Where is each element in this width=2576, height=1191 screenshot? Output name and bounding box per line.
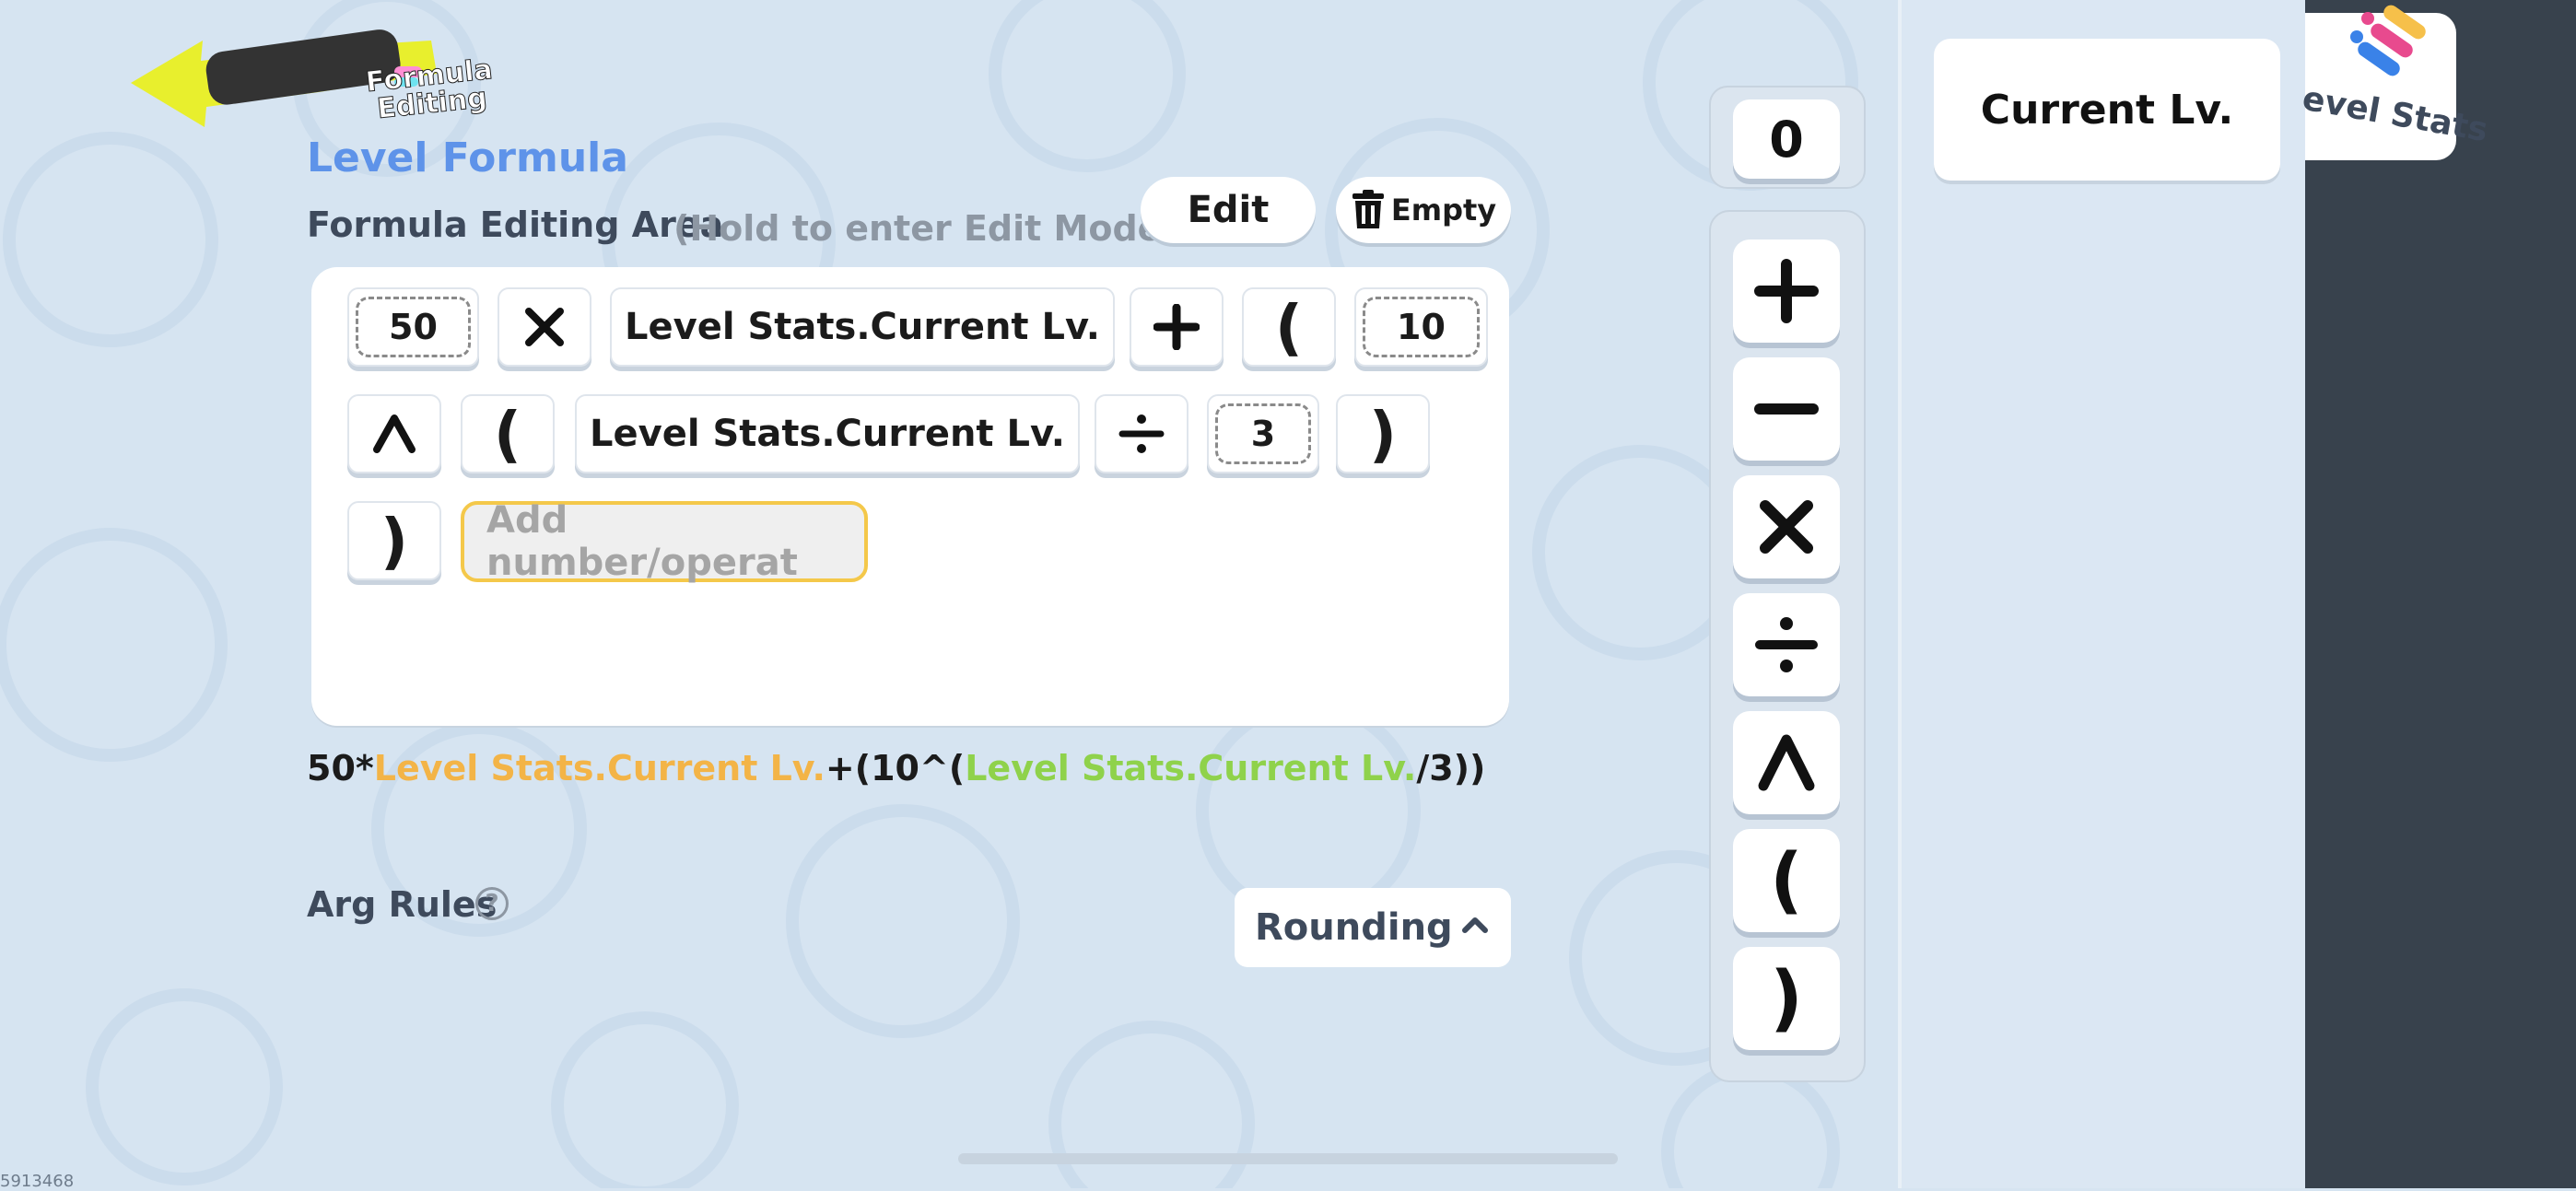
horizontal-scrollbar[interactable] <box>958 1153 1618 1164</box>
preview-part: +(10^( <box>825 748 966 788</box>
variable-current-lv-label: Current Lv. <box>1980 86 2234 134</box>
arg-rules-label: Arg Rules <box>307 884 498 925</box>
key-power[interactable] <box>1733 711 1840 814</box>
back-button[interactable]: Formula Editing <box>127 28 495 129</box>
token-paren-label: ) <box>380 505 409 577</box>
multiply-icon <box>1760 500 1813 554</box>
key-open-paren[interactable]: ( <box>1733 829 1840 932</box>
token-number-value: 3 <box>1215 403 1311 464</box>
key-zero-label: 0 <box>1769 110 1804 169</box>
help-icon-glyph: ? <box>485 890 499 917</box>
help-icon[interactable]: ? <box>475 887 509 920</box>
key-multiply[interactable] <box>1733 475 1840 578</box>
add-token-placeholder: Add number/operat <box>486 499 798 584</box>
power-icon <box>1758 734 1815 791</box>
token-paren-label: ) <box>1368 398 1398 470</box>
token-variable-current-lv[interactable]: Level Stats.Current Lv. <box>575 394 1080 473</box>
level-stats-logo-icon <box>2350 5 2426 76</box>
formula-preview: 50*Level Stats.Current Lv.+(10^(Level St… <box>307 748 1485 788</box>
preview-variable: Level Stats.Current Lv. <box>965 748 1417 788</box>
token-plus[interactable] <box>1130 287 1224 367</box>
edit-button[interactable]: Edit <box>1141 177 1316 243</box>
token-number-value: 50 <box>356 297 471 357</box>
minus-icon <box>1754 403 1819 415</box>
preview-part: /3)) <box>1416 748 1486 788</box>
chevron-up-icon <box>1462 917 1488 933</box>
divide-icon <box>1118 415 1165 453</box>
trash-icon <box>1352 190 1384 228</box>
token-open-paren[interactable]: ( <box>461 394 555 473</box>
key-divide[interactable] <box>1733 593 1840 696</box>
token-paren-label: ( <box>1274 291 1304 363</box>
page-title: Level Formula <box>307 134 628 181</box>
token-paren-label: ( <box>493 398 522 470</box>
token-number-50[interactable]: 50 <box>347 287 479 367</box>
edit-button-label: Edit <box>1187 189 1270 231</box>
key-close-paren-label: ) <box>1770 957 1803 1040</box>
empty-button[interactable]: Empty <box>1336 177 1511 243</box>
category-sidebar <box>2305 0 2576 1188</box>
rounding-select-value: Rounding <box>1255 906 1453 949</box>
key-zero[interactable]: 0 <box>1733 99 1840 179</box>
key-plus[interactable] <box>1733 239 1840 343</box>
divide-icon <box>1755 617 1818 672</box>
token-variable-current-lv[interactable]: Level Stats.Current Lv. <box>610 287 1115 367</box>
formula-area-label: Formula Editing Area <box>307 204 724 245</box>
preview-part: 50* <box>307 748 374 788</box>
token-number-value: 10 <box>1363 297 1480 357</box>
token-number-10[interactable]: 10 <box>1354 287 1488 367</box>
rounding-select[interactable]: Rounding <box>1235 888 1511 967</box>
token-variable-label: Level Stats.Current Lv. <box>625 306 1100 348</box>
preview-variable: Level Stats.Current Lv. <box>373 748 825 788</box>
variable-current-lv[interactable]: Current Lv. <box>1934 39 2280 181</box>
token-close-paren[interactable]: ) <box>347 501 441 580</box>
plus-icon <box>1754 259 1819 323</box>
token-divide[interactable] <box>1095 394 1188 473</box>
token-power[interactable] <box>347 394 441 473</box>
token-number-3[interactable]: 3 <box>1207 394 1319 473</box>
key-close-paren[interactable]: ) <box>1733 947 1840 1050</box>
formula-area-hint: (Hold to enter Edit Mode) <box>673 208 1177 249</box>
add-token-input[interactable]: Add number/operat <box>461 499 868 584</box>
multiply-icon <box>525 308 564 346</box>
plus-icon <box>1153 304 1200 350</box>
empty-button-label: Empty <box>1390 193 1497 228</box>
key-minus[interactable] <box>1733 357 1840 461</box>
token-variable-label: Level Stats.Current Lv. <box>590 413 1065 455</box>
key-open-paren-label: ( <box>1770 839 1803 922</box>
power-icon <box>373 415 416 453</box>
token-multiply[interactable] <box>498 287 591 367</box>
token-close-paren[interactable]: ) <box>1336 394 1430 473</box>
token-open-paren[interactable]: ( <box>1242 287 1336 367</box>
